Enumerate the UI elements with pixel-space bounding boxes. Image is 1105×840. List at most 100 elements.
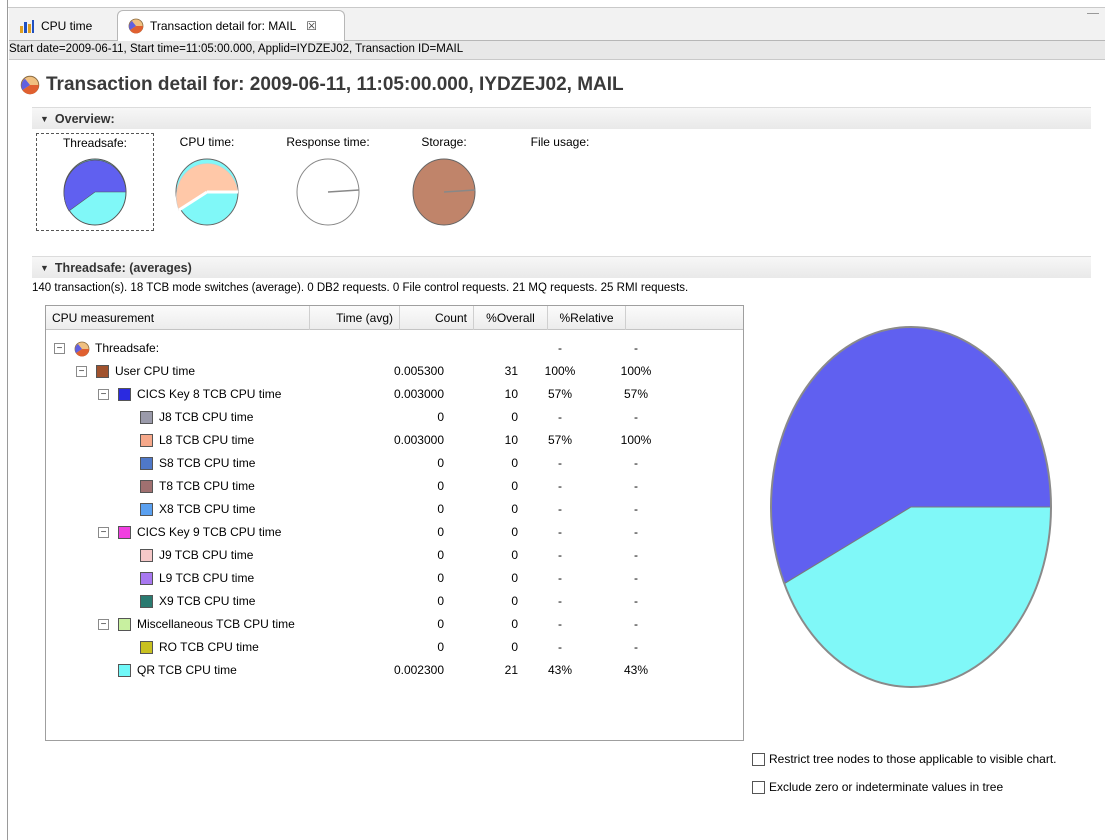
overview-response-time[interactable]: Response time: bbox=[278, 135, 378, 227]
table-row[interactable]: − Miscellaneous TCB CPU time 0 0 - - bbox=[46, 613, 743, 636]
column-header-relative[interactable]: %Relative bbox=[548, 306, 626, 330]
threadsafe-section-header[interactable]: ▼ Threadsafe: (averages) bbox=[32, 256, 1091, 278]
minimize-icon[interactable] bbox=[1087, 13, 1099, 17]
row-label: T8 TCB CPU time bbox=[159, 479, 255, 493]
overview-label: Threadsafe: bbox=[62, 136, 128, 150]
table-row[interactable]: X9 TCB CPU time 0 0 - - bbox=[46, 590, 743, 613]
table-row[interactable]: L9 TCB CPU time 0 0 - - bbox=[46, 567, 743, 590]
close-icon[interactable]: ☒ bbox=[306, 19, 317, 33]
row-time: 0 bbox=[437, 502, 444, 516]
overview-file-usage[interactable]: File usage: bbox=[522, 135, 598, 151]
overview-storage[interactable]: Storage: bbox=[404, 135, 484, 227]
table-row[interactable]: J8 TCB CPU time 0 0 - - bbox=[46, 406, 743, 429]
cpu-time-mini-pie bbox=[175, 158, 239, 226]
overview-threadsafe[interactable]: Threadsafe: bbox=[36, 133, 154, 231]
cpu-measurement-tree-table[interactable]: CPU measurement Time (avg) Count %Overal… bbox=[45, 305, 744, 741]
row-name-cell: − Threadsafe: bbox=[54, 337, 159, 360]
row-time: 0.003000 bbox=[393, 387, 444, 401]
table-row[interactable]: X8 TCB CPU time 0 0 - - bbox=[46, 498, 743, 521]
row-count: 0 bbox=[511, 617, 518, 631]
row-time: 0 bbox=[437, 525, 444, 539]
row-relative: - bbox=[634, 640, 638, 654]
column-header-count[interactable]: Count bbox=[400, 306, 474, 330]
row-name-cell: X9 TCB CPU time bbox=[140, 590, 255, 613]
row-count: 0 bbox=[511, 410, 518, 424]
checkbox-box[interactable] bbox=[752, 780, 765, 794]
tab-label: CPU time bbox=[41, 18, 93, 33]
color-swatch bbox=[140, 411, 153, 424]
window-top-border bbox=[8, 0, 1105, 8]
row-relative: - bbox=[634, 525, 638, 539]
section-title: Threadsafe: (averages) bbox=[54, 260, 192, 275]
checkbox-label: Exclude zero or indeterminate values in … bbox=[769, 780, 1004, 794]
color-swatch bbox=[140, 434, 153, 447]
collapse-node-icon[interactable]: − bbox=[98, 527, 109, 538]
row-relative: 100% bbox=[620, 433, 652, 447]
table-row[interactable]: S8 TCB CPU time 0 0 - - bbox=[46, 452, 743, 475]
row-label: X8 TCB CPU time bbox=[159, 502, 256, 516]
exclude-zero-checkbox[interactable]: Exclude zero or indeterminate values in … bbox=[752, 780, 1003, 794]
row-name-cell: T8 TCB CPU time bbox=[140, 475, 255, 498]
column-header-overall[interactable]: %Overall bbox=[474, 306, 548, 330]
column-header-cpu-measurement[interactable]: CPU measurement bbox=[46, 306, 310, 330]
row-relative: - bbox=[634, 456, 638, 470]
color-swatch bbox=[140, 595, 153, 608]
row-name-cell: S8 TCB CPU time bbox=[140, 452, 255, 475]
row-overall: - bbox=[558, 640, 562, 654]
color-swatch bbox=[140, 503, 153, 516]
row-count: 0 bbox=[511, 456, 518, 470]
bar-chart-icon bbox=[19, 19, 35, 33]
color-swatch bbox=[140, 572, 153, 585]
row-overall: - bbox=[558, 341, 562, 355]
row-relative: - bbox=[634, 617, 638, 631]
overview-label: CPU time: bbox=[179, 135, 235, 149]
collapse-triangle-icon[interactable]: ▼ bbox=[40, 263, 49, 273]
response-time-mini-pie bbox=[296, 158, 360, 226]
color-swatch bbox=[118, 664, 131, 677]
color-swatch bbox=[118, 618, 131, 631]
row-relative: 100% bbox=[620, 364, 652, 378]
table-row[interactable]: RO TCB CPU time 0 0 - - bbox=[46, 636, 743, 659]
row-label: X9 TCB CPU time bbox=[159, 594, 256, 608]
collapse-node-icon[interactable]: − bbox=[98, 619, 109, 630]
table-row[interactable]: QR TCB CPU time 0.002300 21 43% 43% bbox=[46, 659, 743, 682]
collapse-triangle-icon[interactable]: ▼ bbox=[40, 114, 49, 124]
column-header-time[interactable]: Time (avg) bbox=[310, 306, 400, 330]
table-row[interactable]: − CICS Key 8 TCB CPU time 0.003000 10 57% 57% bbox=[46, 383, 743, 406]
checkbox-box[interactable] bbox=[752, 752, 765, 766]
overview-cpu-time[interactable]: CPU time: bbox=[168, 135, 246, 227]
row-name-cell: L8 TCB CPU time bbox=[140, 429, 254, 452]
overview-section-header[interactable]: ▼ Overview: bbox=[32, 107, 1091, 129]
row-label: S8 TCB CPU time bbox=[159, 456, 256, 470]
row-overall: 100% bbox=[544, 364, 576, 378]
table-header: CPU measurement Time (avg) Count %Overal… bbox=[46, 306, 743, 330]
row-time: 0 bbox=[437, 479, 444, 493]
row-time: 0.005300 bbox=[393, 364, 444, 378]
row-name-cell: X8 TCB CPU time bbox=[140, 498, 255, 521]
table-row[interactable]: − User CPU time 0.005300 31 100% 100% bbox=[46, 360, 743, 383]
pie-chart-icon bbox=[128, 18, 144, 34]
overview-label: File usage: bbox=[530, 135, 590, 149]
collapse-node-icon[interactable]: − bbox=[98, 389, 109, 400]
row-overall: - bbox=[558, 479, 562, 493]
tab-cpu-time[interactable]: CPU time bbox=[9, 10, 111, 41]
row-time: 0 bbox=[437, 571, 444, 585]
row-relative: - bbox=[634, 502, 638, 516]
restrict-tree-checkbox[interactable]: Restrict tree nodes to those applicable … bbox=[752, 752, 1056, 766]
table-row[interactable]: − Threadsafe: - - bbox=[46, 337, 743, 360]
collapse-node-icon[interactable]: − bbox=[54, 343, 65, 354]
collapse-node-icon[interactable]: − bbox=[76, 366, 87, 377]
row-overall: - bbox=[558, 617, 562, 631]
table-row[interactable]: T8 TCB CPU time 0 0 - - bbox=[46, 475, 743, 498]
row-relative: - bbox=[634, 341, 638, 355]
page-title: Transaction detail for: 2009-06-11, 11:0… bbox=[20, 70, 624, 100]
pie-chart-icon bbox=[74, 341, 90, 356]
row-overall: - bbox=[558, 502, 562, 516]
table-row[interactable]: − CICS Key 9 TCB CPU time 0 0 - - bbox=[46, 521, 743, 544]
row-time: 0 bbox=[437, 410, 444, 424]
table-row[interactable]: L8 TCB CPU time 0.003000 10 57% 100% bbox=[46, 429, 743, 452]
table-row[interactable]: J9 TCB CPU time 0 0 - - bbox=[46, 544, 743, 567]
tab-transaction-detail[interactable]: Transaction detail for: MAIL ☒ bbox=[117, 10, 345, 41]
color-swatch bbox=[140, 457, 153, 470]
editor-tab-bar: CPU time Transaction detail for: MAIL ☒ bbox=[9, 8, 1105, 41]
